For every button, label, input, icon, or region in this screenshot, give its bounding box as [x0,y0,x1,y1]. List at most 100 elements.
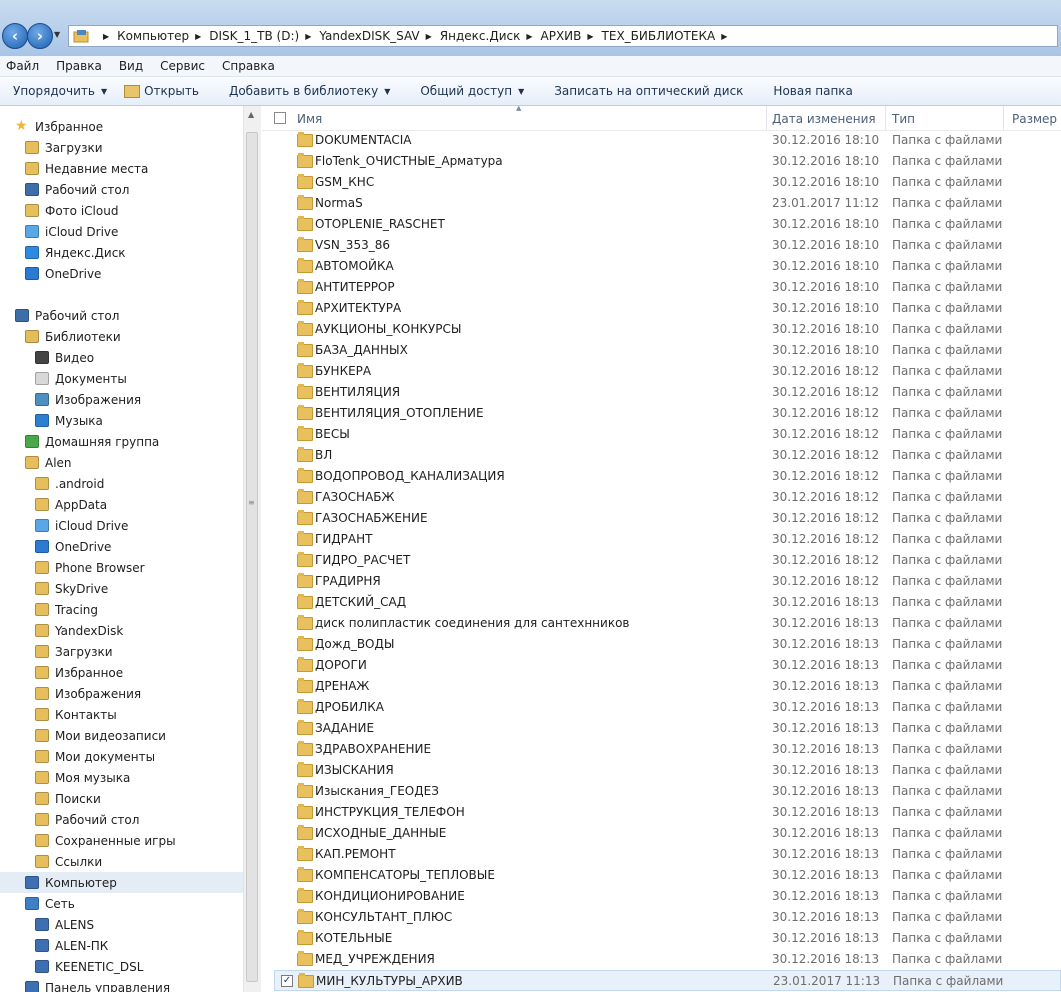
nav-item[interactable]: iCloud Drive [35,515,128,536]
nav-item[interactable]: Контакты [35,704,117,725]
menu-view[interactable]: Вид [119,59,143,73]
table-row[interactable]: ИЗЫСКАНИЯ 30.12.2016 18:13 Папка с файлами [274,760,1061,781]
breadcrumb-item[interactable]: DISK_1_TB (D:) ▶ [209,29,319,43]
table-row[interactable]: VSN_353_86 30.12.2016 18:10 Папка с файлам… [274,235,1061,256]
new-folder-button[interactable]: Новая папка [773,84,852,98]
table-row[interactable]: Дожд_ВОДЫ 30.12.2016 18:13 Папка с файлами [274,634,1061,655]
table-row[interactable]: ГИДРО_РАСЧЕТ 30.12.2016 18:12 Папка с файл… [274,550,1061,571]
column-name[interactable]: Имя [297,112,322,126]
table-row[interactable]: ЗДРАВОХРАНЕНИЕ 30.12.2016 18:13 Папка с фа… [274,739,1061,760]
breadcrumb-item[interactable]: АРХИВ ▶ [541,29,602,43]
table-row[interactable]: FloTenk_ОЧИСТНЫЕ_Арматура 30.12.2016 18:1… [274,151,1061,172]
nav-item[interactable]: SkyDrive [35,578,108,599]
table-row[interactable]: ГАЗОСНАБЖЕНИЕ 30.12.2016 18:12 Папка с фай… [274,508,1061,529]
navigation-scrollbar[interactable]: ▲ ≡ [243,106,261,992]
nav-item[interactable]: Изображения [35,389,141,410]
table-row[interactable]: БАЗА_ДАННЫХ 30.12.2016 18:10 Папка с файла… [274,340,1061,361]
table-row[interactable]: ✓ МИН_КУЛЬТУРЫ_АРХИВ 23.01.2017 11:13 Папка… [274,970,1061,991]
recent-pages-dropdown-icon[interactable]: ▼ [54,30,60,39]
nav-item[interactable]: Phone Browser [35,557,145,578]
nav-item[interactable]: AppData [35,494,107,515]
nav-item[interactable]: YandexDisk [35,620,123,641]
table-row[interactable]: АРХИТЕКТУРА 30.12.2016 18:10 Папка с файла… [274,298,1061,319]
breadcrumb-item[interactable]: ТЕХ_БИБЛИОТЕКА ▶ [602,29,736,43]
menu-tools[interactable]: Сервис [160,59,205,73]
column-date[interactable]: Дата изменения [772,112,876,126]
table-row[interactable]: АНТИТЕРРОР 30.12.2016 18:10 Папка с файлам… [274,277,1061,298]
menu-file[interactable]: Файл [6,59,39,73]
table-row[interactable]: ДРЕНАЖ 30.12.2016 18:13 Папка с файлами [274,676,1061,697]
nav-item[interactable]: Недавние места [25,158,148,179]
table-row[interactable]: ВЕНТИЛЯЦИЯ_ОТОПЛЕНИЕ 30.12.2016 18:12 Папк… [274,403,1061,424]
table-row[interactable]: АУКЦИОНЫ_КОНКУРСЫ 30.12.2016 18:10 Папка с… [274,319,1061,340]
forward-button[interactable]: › [27,23,53,49]
table-row[interactable]: OTOPLENIE_RASCHET 30.12.2016 18:10 Папка с… [274,214,1061,235]
breadcrumb-item[interactable]: YandexDISK_SAV ▶ [319,29,439,43]
nav-item[interactable]: Tracing [35,599,98,620]
nav-item[interactable]: OneDrive [35,536,111,557]
nav-item[interactable]: Панель управления [25,977,170,992]
table-row[interactable]: ИСХОДНЫЕ_ДАННЫЕ 30.12.2016 18:13 Папка с ф… [274,823,1061,844]
open-button[interactable]: Открыть [124,84,199,98]
table-row[interactable]: КОНСУЛЬТАНТ_ПЛЮС 30.12.2016 18:13 Папка с … [274,907,1061,928]
table-row[interactable]: ГИДРАНТ 30.12.2016 18:12 Папка с файлами [274,529,1061,550]
table-row[interactable]: ИНСТРУКЦИЯ_ТЕЛЕФОН 30.12.2016 18:13 Папка … [274,802,1061,823]
select-all-checkbox[interactable] [274,112,286,124]
table-row[interactable]: КАП.РЕМОНТ 30.12.2016 18:13 Папка с файлам… [274,844,1061,865]
table-row[interactable]: ВЕНТИЛЯЦИЯ 30.12.2016 18:12 Папка с файлам… [274,382,1061,403]
column-divider[interactable] [766,106,767,130]
nav-item[interactable]: Яндекс.Диск [25,242,126,263]
chevron-right-icon[interactable]: ▶ [426,32,432,41]
chevron-right-icon[interactable]: ▶ [195,32,201,41]
back-button[interactable]: ‹ [2,23,28,49]
address-bar[interactable]: ▶ Компьютер ▶ DISK_1_TB (D:) ▶ YandexDISK_SA… [68,25,1058,47]
table-row[interactable]: ВЕСЫ 30.12.2016 18:12 Папка с файлами [274,424,1061,445]
column-type[interactable]: Тип [892,112,915,126]
nav-item[interactable]: Моя музыка [35,767,130,788]
nav-item[interactable]: KEENETIC_DSL [35,956,143,977]
table-row[interactable]: DOKUMENTACIA 30.12.2016 18:10 Папка с файл… [274,130,1061,151]
table-row[interactable]: GSM_КНС 30.12.2016 18:10 Папка с файлами [274,172,1061,193]
nav-item[interactable]: Сохраненные игры [35,830,176,851]
menu-help[interactable]: Справка [222,59,275,73]
nav-item[interactable]: Компьютер [0,872,243,893]
table-row[interactable]: АВТОМОЙКА 30.12.2016 18:10 Папка с файлами [274,256,1061,277]
row-checkbox[interactable]: ✓ [281,975,293,987]
nav-item[interactable]: Мои документы [35,746,155,767]
scrollbar-thumb[interactable] [246,132,258,982]
table-row[interactable]: КОМПЕНСАТОРЫ_ТЕПЛОВЫЕ 30.12.2016 18:13 Пап… [274,865,1061,886]
nav-item[interactable]: ALEN-ПК [35,935,108,956]
scroll-up-icon[interactable]: ▲ [248,110,254,119]
table-row[interactable]: диск полипластик соединения для сантехнн… [274,613,1061,634]
nav-item[interactable]: ALENS [35,914,94,935]
nav-item[interactable]: Изображения [35,683,141,704]
table-row[interactable]: ГАЗОСНАБЖ 30.12.2016 18:12 Папка с файлами [274,487,1061,508]
nav-item[interactable]: Избранное [35,662,123,683]
nav-item[interactable]: Рабочий стол [15,305,119,326]
table-row[interactable]: ЗАДАНИЕ 30.12.2016 18:13 Папка с файлами [274,718,1061,739]
table-row[interactable]: ДРОБИЛКА 30.12.2016 18:13 Папка с файлами [274,697,1061,718]
nav-item[interactable]: Домашняя группа [25,431,159,452]
nav-item[interactable]: Документы [35,368,127,389]
table-row[interactable]: ВЛ 30.12.2016 18:12 Папка с файлами [274,445,1061,466]
menu-edit[interactable]: Правка [56,59,102,73]
column-divider[interactable] [885,106,886,130]
share-button[interactable]: Общий доступ ▼ [420,84,524,98]
table-row[interactable]: ГРАДИРНЯ 30.12.2016 18:12 Папка с файлами [274,571,1061,592]
nav-item[interactable]: Сеть [25,893,75,914]
nav-item[interactable]: Рабочий стол [25,179,129,200]
nav-item[interactable]: Фото iCloud [25,200,118,221]
nav-item[interactable]: Alen [25,452,72,473]
burn-button[interactable]: Записать на оптический диск [554,84,743,98]
table-row[interactable]: ВОДОПРОВОД_КАНАЛИЗАЦИЯ 30.12.2016 18:12 Па… [274,466,1061,487]
nav-item[interactable]: Ссылки [35,851,102,872]
nav-item[interactable]: Музыка [35,410,103,431]
table-row[interactable]: МЕД_УЧРЕЖДЕНИЯ 30.12.2016 18:13 Папка с фа… [274,949,1061,970]
nav-item[interactable]: iCloud Drive [25,221,118,242]
chevron-right-icon[interactable]: ▶ [526,32,532,41]
nav-item[interactable]: ★ Избранное [15,116,103,137]
organize-button[interactable]: Упорядочить ▼ [13,84,107,98]
nav-item[interactable]: Поиски [35,788,101,809]
breadcrumb-item[interactable]: Компьютер ▶ [117,29,209,43]
nav-item[interactable]: Рабочий стол [35,809,139,830]
